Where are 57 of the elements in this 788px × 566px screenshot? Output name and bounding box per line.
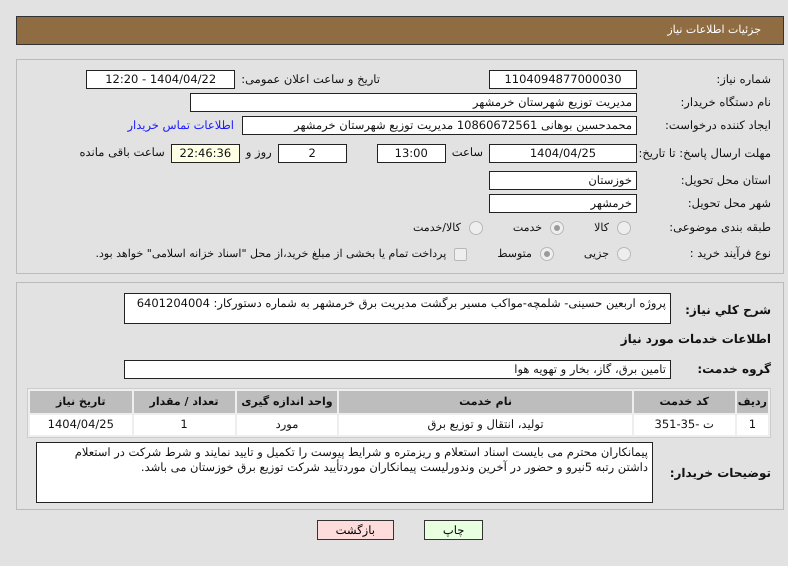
field-label: ایجاد کننده درخواست: [664, 116, 771, 134]
field-label: شهر محل تحویل: [686, 194, 771, 212]
radio-button[interactable] [550, 221, 564, 235]
field-label: گروه خدمت: [696, 361, 771, 378]
time-field: 13:00 [376, 144, 446, 162]
field-label: روز و [246, 144, 272, 162]
radio-button[interactable] [617, 221, 631, 235]
option-label: متوسط [497, 246, 532, 262]
field-label: شرح کلي نیاز: [684, 302, 771, 319]
service-group-field: تامین برق، گاز، بخار و تهویه هوا [124, 360, 671, 378]
province-field: خوزستان [489, 171, 637, 190]
days-field: 2 [278, 144, 347, 162]
checkbox[interactable] [454, 248, 468, 260]
option-label: کالا/خدمت [413, 220, 461, 236]
field-label: ساعت باقی مانده [80, 144, 165, 162]
field-label: توضیحات خریدار: [668, 464, 771, 482]
field-label: استان محل تحویل: [680, 172, 771, 189]
field-label: شماره نیاز: [715, 70, 771, 88]
back-button[interactable]: بازگشت [316, 520, 394, 540]
date-field: 1404/04/25 [489, 144, 637, 162]
print-button[interactable]: چاپ [424, 520, 484, 540]
radio-button[interactable] [617, 247, 631, 261]
column-header: نام خدمت [339, 391, 632, 413]
table-cell: تولید، انتقال و توزیع برق [339, 415, 632, 435]
field-label: ساعت [452, 144, 483, 162]
table-cell: ت -35-351 [634, 415, 735, 435]
page-title: جزئیات اطلاعات نیاز [667, 22, 761, 38]
table-cell: 1404/04/25 [30, 415, 132, 435]
buyer-notes-field: پیمانکاران محترم می بایست اسناد استعلام و ریزمتره و شرایط پیوست را تکمیل و تایید نمایند و شرط شرکت در استعلام داشتن رتبه 5نیرو و حضور در آخرین وندورلیست پیمانکاران موردتأیید شرکت توزیع برق خوزستان می باشد. [36, 442, 653, 503]
column-header: واحد اندازه گیری [236, 391, 338, 413]
column-header: ردیف [736, 391, 768, 413]
remaining-time-field: 22:46:36 [170, 144, 240, 162]
contact-link[interactable]: اطلاعات تماس خریدار [127, 116, 234, 134]
column-header: تاریخ نیاز [30, 391, 132, 413]
option-label: کالا [594, 220, 609, 236]
requester-field: محمدحسین بوهانی 10860672561 مدیریت توزیع شهرستان خرمشهر [242, 116, 637, 135]
radio-button[interactable] [468, 221, 483, 235]
option-label: خدمت [512, 220, 542, 236]
table-cell: 1 [736, 415, 768, 435]
field-label: نوع فرآیند خرید : [688, 245, 771, 262]
checkbox-label: پرداخت تمام یا بخشی از مبلغ خرید،از محل "اسناد خزانه اسلامی" خواهد بود. [96, 246, 446, 262]
need-number-field: 1104094877000030 [489, 70, 637, 89]
field-label: نام دستگاه خریدار: [679, 94, 771, 111]
announce-date-field: 1404/04/22 - 12:20 [86, 70, 236, 89]
option-label: جزیی [584, 246, 609, 262]
column-header: کد خدمت [634, 391, 735, 413]
field-label: تاریخ و ساعت اعلان عمومی: [241, 70, 380, 88]
field-label: طبقه بندی موضوعی: [668, 219, 771, 236]
table-cell: مورد [236, 415, 338, 435]
description-field: پروژه اربعین حسینی- شلمچه-مواکب مسیر برگشت مدیریت برق خرمشهر به شماره دستورکار: 6401204004 [124, 293, 671, 324]
field-label: مهلت ارسال پاسخ: تا تاریخ: [637, 146, 771, 160]
city-field: خرمشهر [489, 194, 637, 213]
section-title: اطلاعات خدمات مورد نیاز [620, 331, 771, 348]
buyer-org-field: مدیریت توزیع شهرستان خرمشهر [190, 93, 637, 112]
table-cell: 1 [134, 415, 235, 435]
radio-button[interactable] [540, 247, 554, 261]
column-header: تعداد / مقدار [134, 391, 235, 413]
